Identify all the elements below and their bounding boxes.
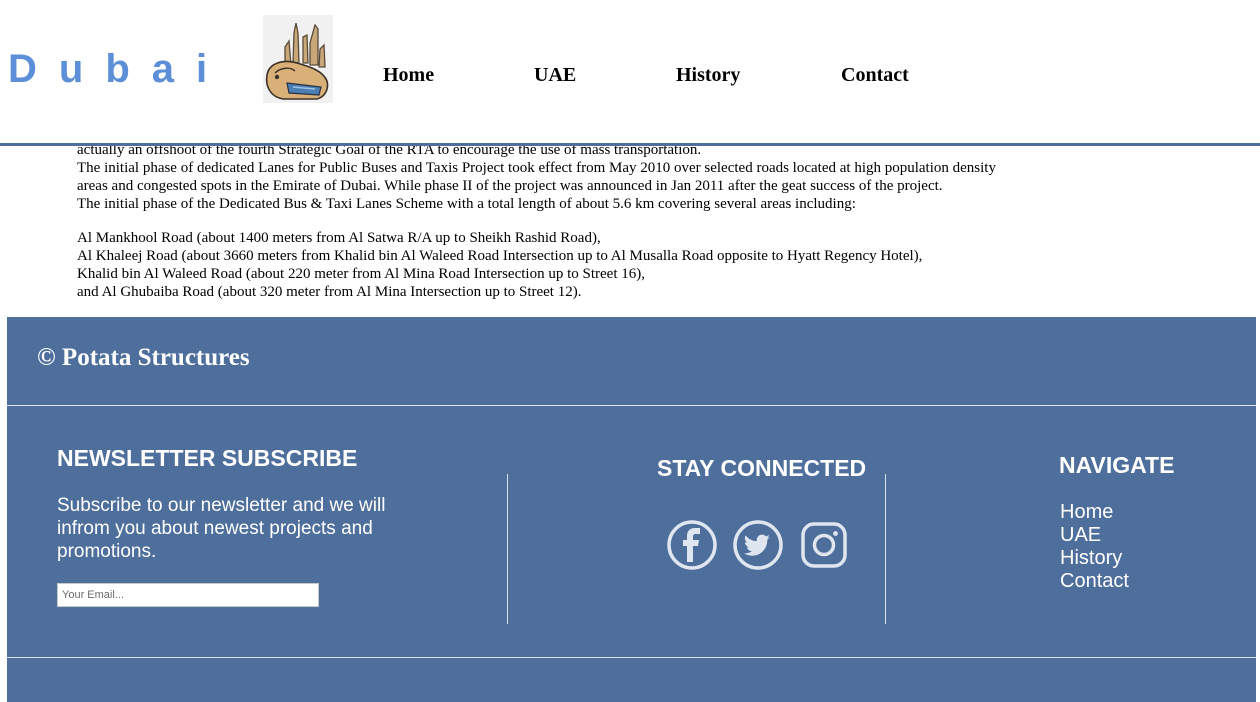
- navigate-title: NAVIGATE: [1059, 452, 1175, 478]
- footer-link-home[interactable]: Home: [1060, 501, 1129, 524]
- footer-link-history[interactable]: History: [1060, 547, 1129, 570]
- column-divider: [507, 474, 508, 624]
- footer-nav: Home UAE History Contact: [1060, 501, 1129, 593]
- footer-link-uae[interactable]: UAE: [1060, 524, 1129, 547]
- column-divider: [885, 474, 886, 624]
- road-item: and Al Ghubaiba Road (about 320 meter fr…: [77, 284, 582, 300]
- article-line: The initial phase of dedicated Lanes for…: [77, 160, 996, 176]
- newsletter-title: NEWSLETTER SUBSCRIBE: [57, 445, 358, 471]
- article-line: areas and congested spots in the Emirate…: [77, 178, 943, 194]
- logo-image[interactable]: [263, 15, 333, 103]
- copyright-text: © Potata Structures: [37, 344, 250, 371]
- nav-uae-link[interactable]: UAE: [534, 64, 576, 87]
- instagram-icon[interactable]: [798, 519, 850, 571]
- newsletter-text: Subscribe to our newsletter and we will …: [57, 495, 386, 562]
- footer-divider-bottom: [7, 657, 1256, 658]
- stay-connected-title: STAY CONNECTED: [657, 455, 867, 481]
- nav-contact-link[interactable]: Contact: [841, 64, 909, 87]
- road-item: Al Khaleej Road (about 3660 meters from …: [77, 248, 923, 264]
- footer-link-contact[interactable]: Contact: [1060, 570, 1129, 593]
- facebook-icon[interactable]: [666, 519, 718, 571]
- road-item: Al Mankhool Road (about 1400 meters from…: [77, 230, 601, 246]
- nav-history-link[interactable]: History: [676, 64, 740, 87]
- nav-home-link[interactable]: Home: [383, 64, 434, 87]
- site-title[interactable]: Dubai: [8, 47, 229, 92]
- site-footer: © Potata Structures NEWSLETTER SUBSCRIBE…: [7, 317, 1256, 702]
- road-item: Khalid bin Al Waleed Road (about 220 met…: [77, 266, 645, 282]
- footer-divider-top: [7, 405, 1256, 406]
- newsletter-email-input[interactable]: [57, 583, 319, 607]
- article-content: actually an offshoot of the fourth Strat…: [77, 141, 1077, 301]
- article-line: The initial phase of the Dedicated Bus &…: [77, 196, 856, 212]
- dubai-skyline-logo-icon: [265, 22, 329, 100]
- site-header: Dubai Home UAE History Contact: [0, 0, 1260, 146]
- twitter-icon[interactable]: [732, 519, 784, 571]
